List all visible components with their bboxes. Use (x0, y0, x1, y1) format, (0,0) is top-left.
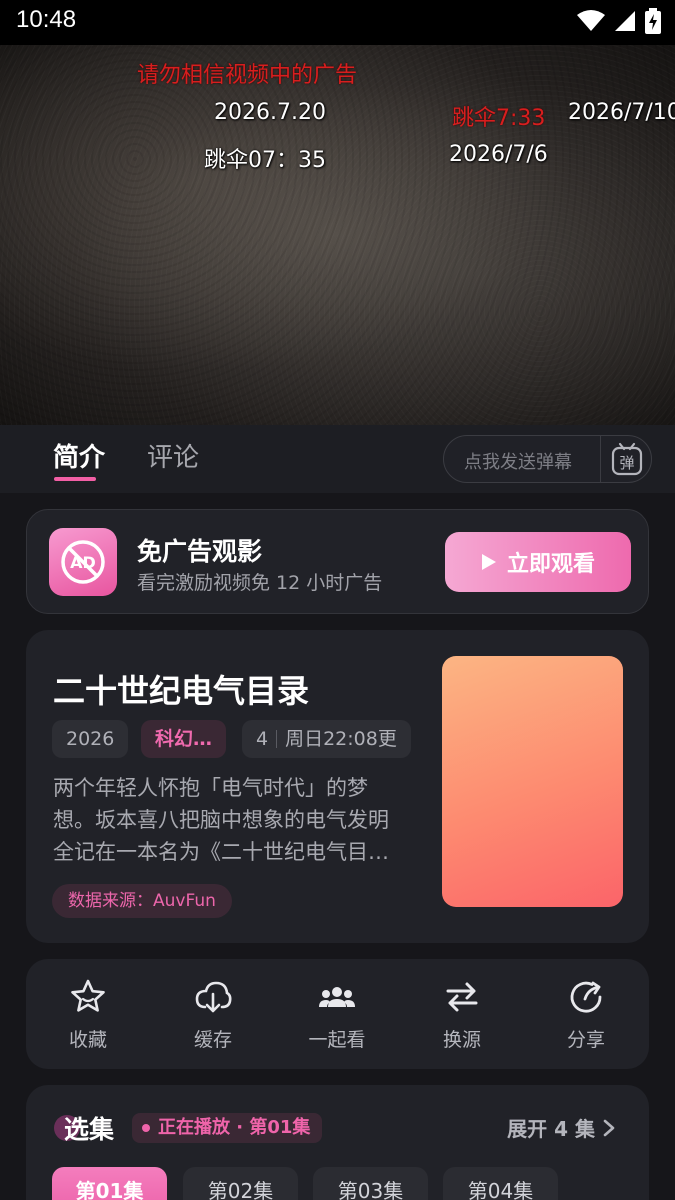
watch-together-button[interactable]: 一起看 (287, 977, 387, 1052)
ad-free-subtitle: 看完激励视频免 12 小时广告 (137, 572, 383, 594)
status-time: 10:48 (16, 6, 77, 33)
show-title: 二十世纪电气目录 (53, 672, 310, 710)
now-playing-label: 正在播放 · 第01集 (158, 1117, 311, 1138)
danmu-input-placeholder: 点我发送弹幕 (464, 452, 572, 473)
expand-episodes-button[interactable]: 展开 4 集 (507, 1113, 615, 1142)
group-icon (319, 987, 355, 1007)
danmu-comment: 请勿相信视频中的广告 (137, 63, 358, 88)
status-icons (577, 8, 661, 34)
share-label: 分享 (566, 1029, 605, 1051)
tabs-bar: 简介 评论 点我发送弹幕 弹 (0, 425, 675, 493)
tab-comments-label: 评论 (147, 443, 200, 473)
switch-source-label: 换源 (442, 1029, 481, 1051)
episode-button[interactable]: 第04集 (443, 1167, 558, 1200)
data-source-chip: 数据来源：AuvFun (52, 884, 232, 918)
show-info-card: 二十世纪电气目录 2026 科幻… 4 周日22:08更 两个年轻人怀抱「电气时… (26, 630, 649, 943)
tab-intro[interactable]: 简介 (53, 437, 105, 474)
now-playing-dot (142, 1124, 150, 1132)
favorite-button[interactable]: 收藏 (38, 977, 138, 1052)
watch-together-label: 一起看 (308, 1029, 366, 1051)
episodes-title: 选集 (64, 1115, 115, 1144)
danmu-input[interactable]: 点我发送弹幕 弹 (443, 435, 652, 483)
now-playing-badge: 正在播放 · 第01集 (132, 1113, 323, 1143)
swap-icon (446, 982, 478, 1012)
episodes-card: 选集 正在播放 · 第01集 展开 4 集 第01集 第02集 第03集 第04… (26, 1085, 649, 1200)
description-line: 想。坂本喜八把脑中想象的电气发明 (53, 808, 389, 832)
danmu-toggle-icon[interactable]: 弹 (609, 442, 645, 478)
episode-button[interactable]: 第02集 (183, 1167, 298, 1200)
battery-charging-icon (645, 8, 661, 34)
download-cloud-icon (195, 981, 232, 1013)
chevron-right-icon (603, 1119, 615, 1136)
danmu-comment: 2026.7.20 (214, 100, 326, 125)
svg-text:AD: AD (70, 553, 96, 572)
watch-now-label: 立即观看 (506, 552, 595, 577)
status-bar: 10:48 (0, 0, 675, 45)
download-label: 缓存 (193, 1029, 232, 1051)
genre-chip[interactable]: 科幻… (141, 720, 227, 758)
video-player[interactable]: 请勿相信视频中的广告 2026.7.20 跳伞7:33 2026/7/10 跳伞… (0, 45, 675, 425)
switch-source-button[interactable]: 换源 (412, 977, 512, 1052)
episode-button[interactable]: 第03集 (313, 1167, 428, 1200)
danmu-comment: 跳伞7:33 (452, 106, 546, 131)
episodes-count: 4 (256, 728, 269, 750)
ad-free-title: 免广告观影 (137, 537, 263, 566)
wifi-icon (577, 10, 605, 31)
cellular-icon (615, 11, 635, 31)
danmu-comment: 2026/7/6 (449, 142, 548, 167)
download-button[interactable]: 缓存 (163, 977, 263, 1052)
tab-intro-label: 简介 (53, 443, 106, 473)
danmu-comment: 2026/7/10 (568, 100, 675, 125)
actions-card: 收藏 缓存 一起看 换源 分享 (26, 959, 649, 1069)
no-ads-icon: AD (49, 528, 117, 596)
chip-divider (276, 730, 278, 748)
watch-now-button[interactable]: 立即观看 (445, 532, 631, 592)
tab-underline (54, 477, 96, 481)
description-line: 全记在一本名为《二十世纪电气目… (53, 840, 389, 864)
description-line: 两个年轻人怀抱「电气时代」的梦 (53, 776, 368, 800)
share-icon (570, 981, 602, 1013)
show-description[interactable]: 两个年轻人怀抱「电气时代」的梦 想。坂本喜八把脑中想象的电气发明 全记在一本名为… (53, 772, 423, 868)
expand-episodes-label: 展开 4 集 (507, 1117, 595, 1141)
favorite-label: 收藏 (68, 1029, 107, 1051)
show-poster[interactable] (442, 656, 623, 907)
ad-free-card: AD 免广告观影 看完激励视频免 12 小时广告 立即观看 (26, 509, 649, 614)
danmu-input-divider (600, 436, 601, 482)
episode-button[interactable]: 第01集 (52, 1167, 167, 1200)
danmu-comment: 跳伞07：35 (204, 148, 326, 173)
danmu-toggle-glyph: 弹 (619, 454, 634, 472)
year-chip: 2026 (52, 720, 129, 758)
tab-comments[interactable]: 评论 (147, 437, 199, 474)
episodes-chip: 4 周日22:08更 (242, 720, 411, 758)
update-schedule: 周日22:08更 (285, 728, 397, 750)
share-button[interactable]: 分享 (536, 977, 636, 1052)
play-icon (481, 554, 496, 570)
star-icon (71, 979, 105, 1012)
